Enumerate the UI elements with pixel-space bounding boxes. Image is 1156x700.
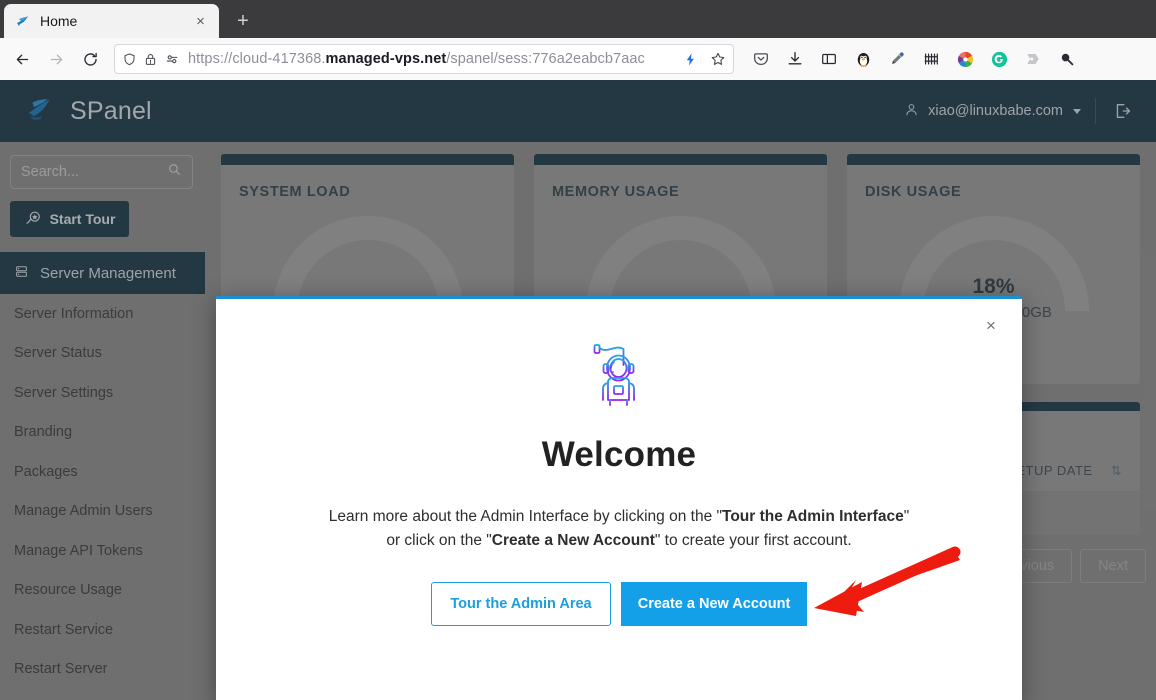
modal-actions: Tour the Admin Area Create a New Account: [216, 582, 1022, 627]
colorpicker-extension-icon[interactable]: [948, 43, 982, 75]
modal-body-text: Learn more about the Admin Interface by …: [216, 505, 1022, 552]
modal-title: Welcome: [541, 435, 697, 474]
columns-extension-icon[interactable]: [914, 43, 948, 75]
forward-arrow-icon[interactable]: [40, 43, 72, 75]
spanel-favicon-icon: [14, 13, 31, 30]
browser-navbar: https://cloud-417368.managed-vps.net/spa…: [0, 38, 1156, 80]
modal-line2-post: " to create your first account.: [654, 531, 852, 549]
modal-text-line-2: or click on the "Create a New Account" t…: [216, 529, 1022, 553]
url-bar[interactable]: https://cloud-417368.managed-vps.net/spa…: [114, 44, 734, 74]
shield-icon[interactable]: [122, 52, 137, 67]
url-text[interactable]: https://cloud-417368.managed-vps.net/spa…: [186, 51, 677, 67]
new-tab-button[interactable]: +: [227, 5, 259, 37]
lightning-bolt-icon[interactable]: [683, 52, 698, 67]
lock-warning-icon[interactable]: [143, 52, 158, 67]
grammarly-icon[interactable]: [982, 43, 1016, 75]
tour-the-admin-area-button[interactable]: Tour the Admin Area: [431, 582, 611, 627]
reload-icon[interactable]: [74, 43, 106, 75]
permissions-icon[interactable]: [164, 51, 180, 67]
close-icon[interactable]: ×: [980, 315, 1002, 337]
browser-chrome: Home × + https://cloud-417368.managed-vp…: [0, 0, 1156, 80]
downloads-icon[interactable]: [778, 43, 812, 75]
modal-line1-pre: Learn more about the Admin Interface by …: [328, 508, 722, 525]
star-icon[interactable]: [710, 51, 726, 67]
search-extension-icon[interactable]: [1050, 43, 1084, 75]
welcome-modal: × Welcome Learn more about the Admin Int…: [216, 296, 1022, 700]
spanel-app: SPanel xiao@linuxbabe.com Search... Star…: [0, 80, 1156, 700]
create-a-new-account-button[interactable]: Create a New Account: [621, 582, 807, 627]
zotero-connector-icon[interactable]: [1016, 43, 1050, 75]
browser-toolbar-icons: [744, 43, 1148, 75]
back-arrow-icon[interactable]: [6, 43, 38, 75]
browser-tab-title: Home: [40, 13, 78, 29]
close-icon[interactable]: ×: [190, 11, 211, 32]
pocket-icon[interactable]: [744, 43, 778, 75]
modal-line2-bold: Create a New Account: [491, 531, 655, 549]
modal-text-line-1: Learn more about the Admin Interface by …: [216, 505, 1022, 529]
sidebar-icon[interactable]: [812, 43, 846, 75]
penguin-extension-icon[interactable]: [846, 43, 880, 75]
browser-tab-home[interactable]: Home ×: [4, 4, 219, 38]
modal-line1-post: ": [903, 508, 910, 525]
modal-line1-bold: Tour the Admin Interface: [722, 508, 904, 525]
astronaut-with-flag-icon: [216, 341, 1022, 409]
tab-strip: Home × +: [0, 0, 1156, 38]
eyedropper-icon[interactable]: [880, 43, 914, 75]
modal-line2-pre: or click on the ": [386, 531, 492, 549]
